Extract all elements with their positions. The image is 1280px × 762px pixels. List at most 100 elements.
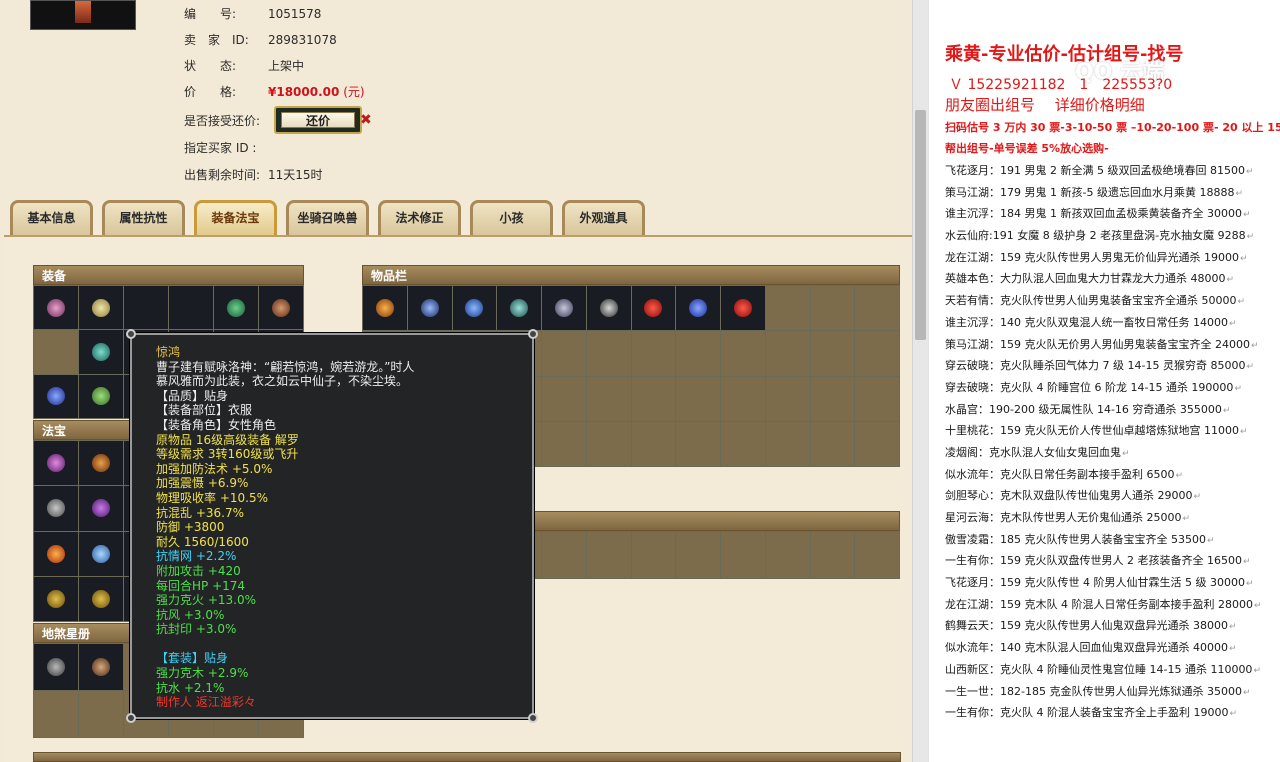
character-figure [75, 1, 91, 23]
tooltip-stat: 加强震慑 +6.9% [156, 476, 249, 491]
storage-slot[interactable] [810, 532, 855, 578]
tab-equipment[interactable]: 装备法宝 [194, 200, 277, 236]
equipment-slot-14[interactable] [79, 374, 123, 418]
inventory-slot[interactable] [810, 376, 855, 421]
inventory-slot[interactable] [542, 421, 586, 466]
tab-spell-mods[interactable]: 法术修正 [378, 200, 461, 236]
treasure-slot-2[interactable] [79, 441, 123, 486]
list-item: 龙在江湖：159 克木队 4 阶混人日常任务副本接手盈利 28000↵ [945, 594, 1262, 616]
counter-offer-button[interactable]: 还价 [274, 106, 362, 134]
treasure-slot-20[interactable] [79, 576, 123, 621]
inventory-slot[interactable] [542, 376, 586, 421]
list-item-text: 鹤舞云天：159 克火队传世男人仙鬼双盘异光通杀 38000 [945, 619, 1228, 633]
inventory-slot[interactable] [855, 376, 899, 421]
return-mark: ↵ [1245, 167, 1254, 177]
inventory-slot[interactable] [586, 331, 631, 376]
list-item: 策马江湖：159 克火队无价男人男仙男鬼装备宝宝齐全 24000↵ [945, 334, 1262, 356]
star-book-slot-7[interactable] [34, 691, 78, 737]
inventory-slot[interactable] [586, 421, 631, 466]
return-mark: ↵ [1239, 253, 1248, 264]
inventory-slot[interactable] [676, 331, 720, 376]
inventory-slot[interactable] [542, 331, 586, 376]
inventory-slot[interactable] [676, 421, 720, 466]
list-item-text: 山西新区：克火队 4 阶睡仙灵性鬼宫位睡 14-15 通杀 110000 [945, 662, 1253, 676]
list-item-text: 似水流年：140 克木队混人回血仙鬼双盘异光通杀 40000 [945, 641, 1228, 655]
character-thumbnail [30, 0, 136, 30]
equipment-slot-4[interactable] [169, 286, 213, 330]
storage-slot[interactable] [586, 532, 631, 578]
equipment-slot-2[interactable] [79, 286, 123, 330]
inventory-slot[interactable] [631, 331, 676, 376]
equipment-slot-13[interactable] [34, 374, 78, 418]
inventory-slot[interactable] [810, 421, 855, 466]
tooltip-quality: 【品质】贴身 [156, 388, 229, 403]
tab-basic-info[interactable]: 基本信息 [10, 200, 93, 236]
inventory-slot[interactable] [497, 286, 541, 331]
storage-slot[interactable] [721, 532, 765, 578]
inventory-slot[interactable] [586, 286, 631, 331]
inventory-slot[interactable] [631, 376, 676, 421]
storage-slot[interactable] [676, 532, 720, 578]
storage-slot[interactable] [855, 532, 899, 578]
tooltip-corner [528, 713, 538, 723]
treasure-slot-13[interactable] [34, 531, 78, 576]
tooltip-stat: 抗混乱 +36.7% [156, 505, 244, 520]
inventory-slot[interactable] [721, 331, 765, 376]
treasure-slot-7[interactable] [34, 486, 78, 531]
star-book-slot-2[interactable] [79, 644, 123, 690]
inventory-slot[interactable] [721, 421, 765, 466]
inventory-slot[interactable] [363, 286, 407, 331]
inventory-slot[interactable] [452, 286, 497, 331]
treasure-slot-14[interactable] [79, 531, 123, 576]
treasure-slot-1[interactable] [34, 441, 78, 486]
equipment-header: 装备 [33, 265, 304, 285]
list-item: 英雄本色：大力队混人回血鬼大力甘霖龙大力通杀 48000↵ [945, 268, 1262, 290]
list-item: 傲雪凌霜：185 克火队传世男人装备宝宝齐全 53500↵ [945, 529, 1262, 551]
treasure-slot-19[interactable] [34, 576, 78, 621]
inventory-slot[interactable] [765, 331, 810, 376]
storage-slot[interactable] [765, 532, 810, 578]
item-icon [92, 544, 110, 563]
inventory-slot[interactable] [765, 421, 810, 466]
seller-id-label: 卖 家 ID: [184, 33, 249, 47]
return-mark: ↵ [1242, 557, 1251, 568]
list-item: 龙在江湖：159 克火队传世男人男鬼无价仙异光通杀 19000↵ [945, 247, 1262, 269]
storage-slot[interactable] [542, 532, 586, 578]
equipment-slot-8[interactable] [79, 330, 123, 374]
inventory-slot[interactable] [855, 286, 899, 331]
time-remaining-value: 11天15时 [268, 168, 323, 182]
inventory-slot[interactable] [542, 286, 586, 331]
tab-attributes[interactable]: 属性抗性 [102, 200, 185, 236]
inventory-slot[interactable] [631, 421, 676, 466]
scrollbar-thumb[interactable] [915, 110, 926, 340]
inventory-slot[interactable] [765, 376, 810, 421]
star-book-slot-1[interactable] [34, 644, 78, 690]
tooltip-special-stat: 抗情网 +2.2% [156, 549, 237, 564]
inventory-slot[interactable] [810, 331, 855, 376]
treasure-slot-8[interactable] [79, 486, 123, 531]
vertical-scrollbar[interactable] [912, 0, 928, 762]
inventory-slot[interactable] [631, 286, 676, 331]
inventory-slot[interactable] [721, 376, 765, 421]
tooltip-maker: 制作人 返江溢彩々 [156, 695, 256, 710]
inventory-slot[interactable] [676, 286, 720, 331]
inventory-slot[interactable] [810, 286, 855, 331]
equipment-slot-3[interactable] [124, 286, 168, 330]
equipment-slot-5[interactable] [214, 286, 258, 330]
inventory-slot[interactable] [855, 421, 899, 466]
inventory-slot[interactable] [855, 331, 899, 376]
return-mark: ↵ [1228, 318, 1237, 329]
equipment-slot-6[interactable] [259, 286, 303, 330]
tab-appearance[interactable]: 外观道具 [562, 200, 645, 236]
tab-mounts-pets[interactable]: 坐骑召唤兽 [286, 200, 369, 236]
storage-slot[interactable] [631, 532, 676, 578]
inventory-slot[interactable] [676, 376, 720, 421]
equipment-slot-1[interactable] [34, 286, 78, 330]
inventory-slot[interactable] [586, 376, 631, 421]
star-book-slot-8[interactable] [79, 691, 123, 737]
tab-children[interactable]: 小孩 [470, 200, 553, 236]
equipment-slot-7[interactable] [34, 330, 78, 374]
inventory-slot[interactable] [407, 286, 452, 331]
inventory-slot[interactable] [721, 286, 765, 331]
inventory-slot[interactable] [765, 286, 810, 331]
